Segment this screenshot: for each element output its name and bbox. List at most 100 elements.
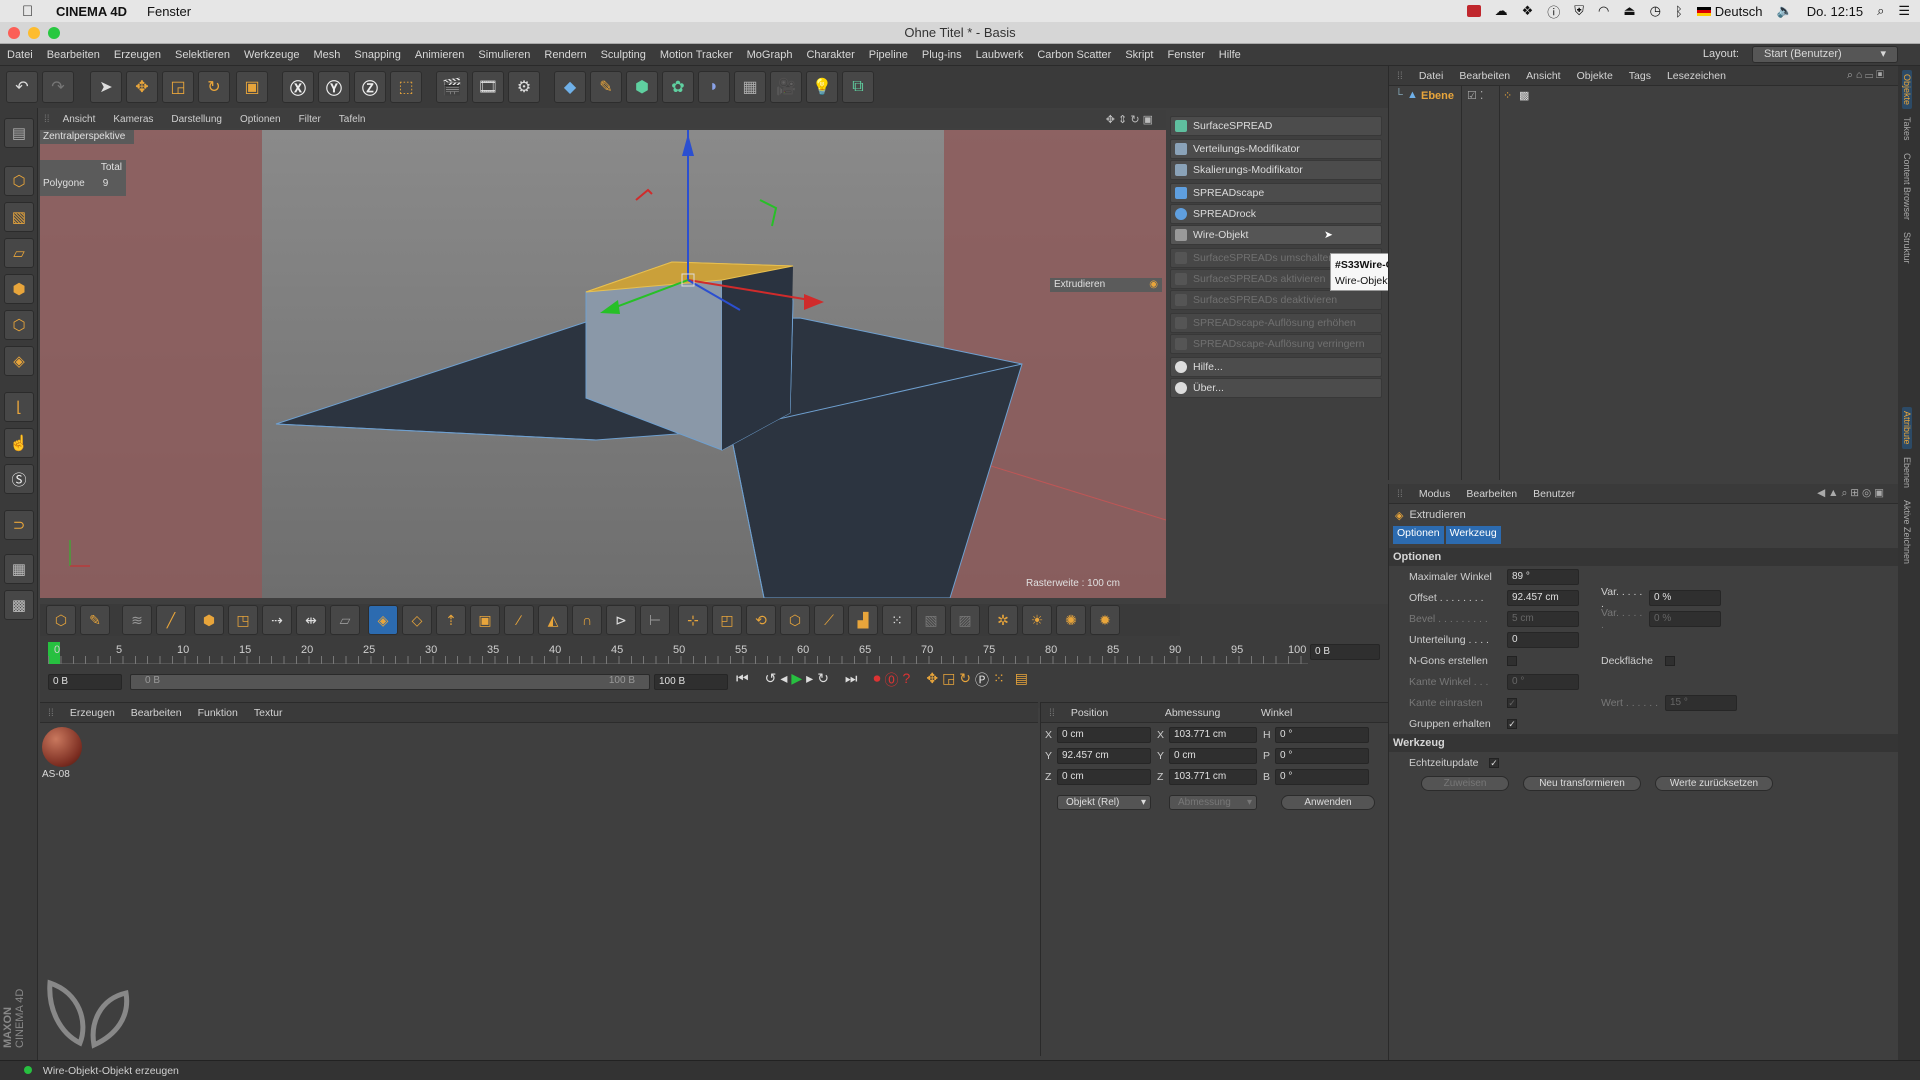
drag-handle-icon[interactable]: ⁞⁞ [40,707,62,719]
camera-label[interactable]: Zentralperspektive [40,130,134,144]
menu-sculpting[interactable]: Sculpting [594,49,653,61]
spline-icon[interactable]: ⟋ [814,605,844,635]
go-end-icon[interactable]: ⏭ [845,670,858,690]
menu-charakter[interactable]: Charakter [799,49,861,61]
points-icon[interactable]: ⬢ [4,274,34,304]
x-axis-icon[interactable]: Ⓧ [282,71,314,103]
current-frame-field[interactable]: 0 B [1310,644,1380,660]
grid-icon[interactable]: ▦ [4,554,34,584]
matrix-extrude-icon[interactable]: ▣ [470,605,500,635]
weld-icon[interactable]: ⇢ [262,605,292,635]
info-icon[interactable]: ⓘ [1547,2,1560,21]
start-frame-field[interactable]: 0 B [48,674,122,690]
attr-menu-bearbeiten[interactable]: Bearbeiten [1458,488,1525,500]
slide-icon[interactable]: ⬡ [780,605,810,635]
material-swatch[interactable]: AS-08 [42,727,86,783]
pos-z-field[interactable]: 0 cm [1057,769,1151,785]
vp-menu-ansicht[interactable]: Ansicht [54,114,105,125]
close-button[interactable] [8,27,20,39]
deformer-icon[interactable]: ◗ [698,71,730,103]
drag-handle-icon[interactable]: ⁞⁞ [1389,488,1411,500]
coord-system-icon[interactable]: ⬚ [390,71,422,103]
floor-icon[interactable]: ▦ [734,71,766,103]
rot-b-field[interactable]: 0 ° [1275,769,1369,785]
move-icon[interactable]: ✥ [126,71,158,103]
search-icon[interactable]: ⌕ [1877,3,1884,19]
prev-key-icon[interactable]: ↺ [765,670,777,690]
menu-bearbeiten[interactable]: Bearbeiten [40,49,107,61]
om-menu-ansicht[interactable]: Ansicht [1518,70,1568,82]
menu-selektieren[interactable]: Selektieren [168,49,237,61]
menu-datei[interactable]: Datei [0,49,40,61]
retransform-button[interactable]: Neu transformieren [1523,776,1641,791]
render-view-icon[interactable]: 🎬 [436,71,468,103]
set-point-icon[interactable]: ⊹ [678,605,708,635]
menu-plugins[interactable]: Plug-ins [915,49,969,61]
workplane-lock-icon[interactable]: ▩ [4,590,34,620]
dropbox-icon[interactable]: ❖ [1522,3,1534,19]
bevel-icon[interactable]: ◳ [228,605,258,635]
menu-mesh[interactable]: Mesh [306,49,347,61]
menu-fenster[interactable]: Fenster [1160,49,1211,61]
magnet2-icon[interactable]: ∩ [572,605,602,635]
tab-struktur[interactable]: Struktur [1902,228,1912,268]
offset-field[interactable]: 92.457 cm [1507,589,1579,606]
rotate-icon[interactable]: ↻ [198,71,230,103]
extrude-tool-button[interactable]: ◈ [368,605,398,635]
end-frame-field[interactable]: 100 B [654,674,728,690]
ngons-checkbox[interactable] [1507,655,1517,666]
plugin-item-ueber[interactable]: Über... [1170,378,1382,398]
vp-menu-filter[interactable]: Filter [290,114,330,125]
coord-mode-select[interactable]: Objekt (Rel) ▾ [1057,795,1151,810]
apply-button[interactable]: Anwenden [1281,795,1375,810]
om-menu-lesezeichen[interactable]: Lesezeichen [1659,70,1734,82]
model-icon[interactable]: ⬡ [4,166,34,196]
timeline-icon[interactable]: ▤ [1015,670,1028,690]
language-label[interactable]: Deutsch [1715,4,1763,19]
brush-icon[interactable]: ∕ [504,605,534,635]
plugin-item-erhoehen[interactable]: SPREADscape-Auflösung erhöhen [1170,313,1382,333]
plugin-item-spreadrock[interactable]: SPREADrock [1170,204,1382,224]
drag-handle-icon[interactable]: ⁞⁞ [40,114,54,125]
edge-snap-checkbox[interactable]: ✓ [1507,697,1517,708]
list-icon[interactable]: ☰ [1898,3,1910,19]
object-name[interactable]: Ebene [1421,90,1454,102]
menu-hilfe[interactable]: Hilfe [1212,49,1248,61]
menu-rendern[interactable]: Rendern [537,49,593,61]
key-scale-icon[interactable]: ◲ [942,670,955,690]
assign-button[interactable]: Zuweisen [1421,776,1509,791]
max-angle-field[interactable]: 89 ° [1507,568,1579,585]
tag-phong-icon[interactable]: ⁘ [1503,89,1512,102]
zoom-button[interactable] [48,27,60,39]
menu-skript[interactable]: Skript [1118,49,1160,61]
minimize-button[interactable] [28,27,40,39]
menu-werkzeuge[interactable]: Werkzeuge [237,49,306,61]
bluetooth-icon[interactable]: ᛒ [1675,4,1683,19]
tag-texture-icon[interactable]: ▩ [1519,89,1529,102]
shield-icon[interactable]: ⛨ [1574,3,1584,19]
subdiv-field[interactable]: 0 [1507,631,1579,648]
xyz-tool-icon[interactable]: ✺ [1056,605,1086,635]
edge-angle-field[interactable]: 0 ° [1507,673,1579,690]
undo-icon[interactable]: ↶ [6,71,38,103]
viewport[interactable]: Zentralperspektive Total Polygone 9 Extru… [40,130,1166,598]
attr-nav-icons[interactable]: ◀ ▲ ⌕ ⊞ ◎ ▣ [1809,487,1892,500]
tool-icon-2[interactable]: ✎ [80,605,110,635]
disabled-tool-icon-1[interactable]: ▧ [916,605,946,635]
wifi-icon[interactable]: ◠ [1598,3,1609,19]
size-x-field[interactable]: 103.771 cm [1169,727,1257,743]
go-start-icon[interactable]: ⏮ [736,670,749,690]
plugin-item-hilfe[interactable]: Hilfe... [1170,357,1382,377]
magnet-icon[interactable]: ⊃ [4,510,34,540]
clock[interactable]: Do. 12:15 [1807,4,1863,19]
plugin-item-verringern[interactable]: SPREADscape-Auflösung verringern [1170,334,1382,354]
key-param-icon[interactable]: Ⓟ [975,670,989,690]
vp-menu-optionen[interactable]: Optionen [231,114,290,125]
realtime-checkbox[interactable]: ✓ [1489,757,1499,768]
snap-icon[interactable]: Ⓢ [4,464,34,494]
var-field[interactable]: 0 % [1649,589,1721,606]
om-menu-bearbeiten[interactable]: Bearbeiten [1451,70,1518,82]
eject-icon[interactable]: ⏏ [1623,3,1635,19]
rot-h-field[interactable]: 0 ° [1275,727,1369,743]
tab-optionen[interactable]: Optionen [1393,526,1444,544]
